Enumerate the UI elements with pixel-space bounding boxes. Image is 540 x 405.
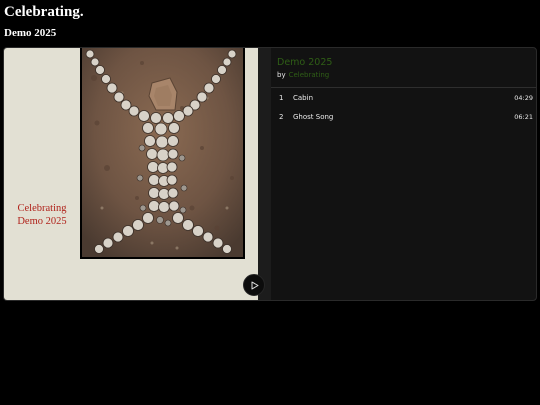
- cover-artwork: [80, 48, 245, 259]
- play-button[interactable]: [243, 274, 265, 296]
- album-cover: Celebrating Demo 2025: [4, 48, 265, 300]
- scrollbar[interactable]: [258, 48, 271, 300]
- mosaic-figure-image: [82, 48, 243, 257]
- artist-link[interactable]: Celebrating: [289, 71, 330, 79]
- track-list: 1 Cabin 04:29 2 Ghost Song 06:21: [271, 88, 536, 126]
- album-title: Demo 2025: [277, 57, 333, 68]
- album-player: Celebrating Demo 2025 Demo 2025 by Celebr…: [3, 47, 537, 301]
- play-icon: [251, 281, 258, 289]
- page-title: Celebrating.: [4, 4, 84, 20]
- track-duration: 04:29: [514, 94, 533, 102]
- by-label: by: [277, 71, 286, 79]
- track-title: Ghost Song: [293, 113, 334, 121]
- track-row[interactable]: 1 Cabin 04:29: [271, 88, 536, 107]
- track-number: 2: [279, 113, 284, 121]
- track-duration: 06:21: [514, 113, 533, 121]
- track-title: Cabin: [293, 94, 314, 102]
- track-row[interactable]: 2 Ghost Song 06:21: [271, 107, 536, 126]
- cover-caption: Celebrating Demo 2025: [17, 203, 67, 227]
- track-number: 1: [279, 94, 284, 102]
- album-heading: Demo 2025: [4, 27, 57, 39]
- album-byline: by Celebrating: [277, 71, 329, 79]
- album-info: Demo 2025 by Celebrating 1 Cabin 04:29 2 …: [271, 48, 536, 300]
